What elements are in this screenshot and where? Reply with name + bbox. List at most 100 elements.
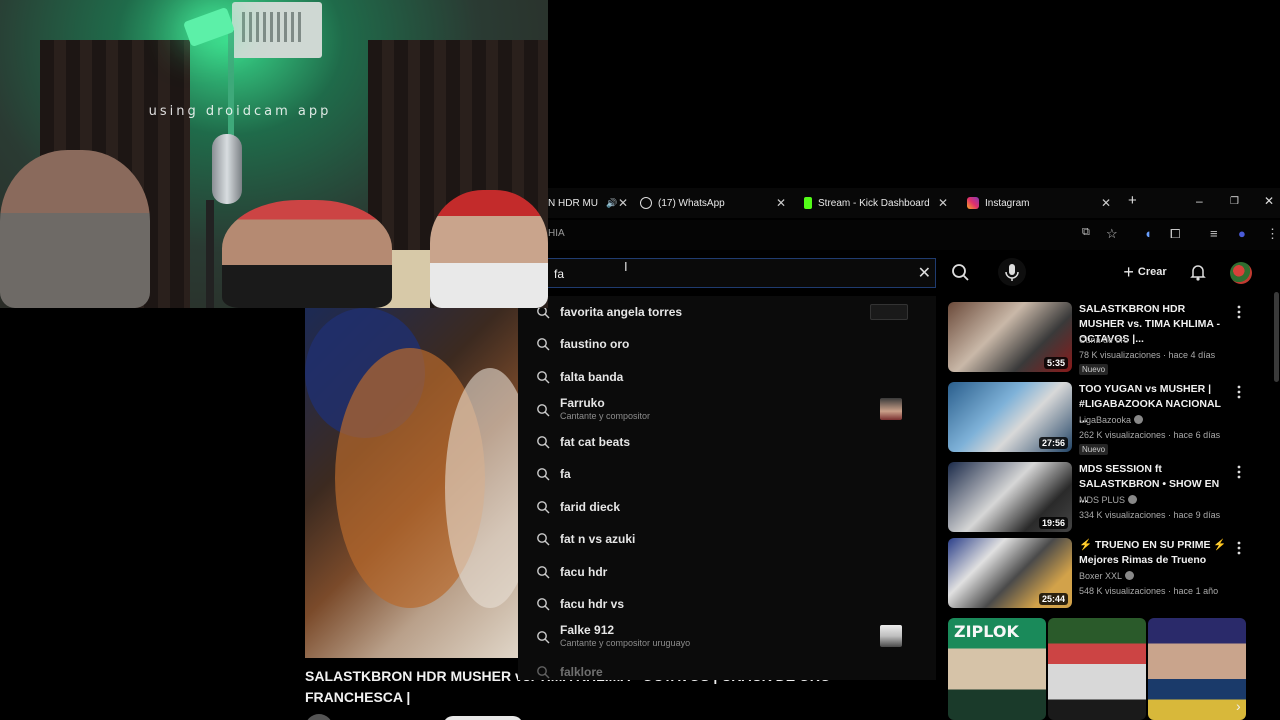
more-options-icon[interactable] [1234,464,1244,480]
mic-stand [206,200,214,308]
search-icon [537,533,550,546]
url-text[interactable]: HIA [548,228,565,239]
voice-search-button[interactable] [998,258,1026,286]
playlist-icon[interactable]: ≡ [1210,226,1218,241]
channel-name[interactable]: MDS PLUS [1079,495,1138,505]
tab-youtube[interactable]: N HDR MU 🔊 ✕ [548,188,634,218]
kick-icon [804,197,812,209]
close-tab-icon[interactable]: ✕ [1101,196,1111,210]
video-player[interactable] [305,308,518,658]
webcam-overlay: using droidcam app [0,0,548,308]
lamp-pole [228,30,234,140]
suggestion-text: falta banda [560,370,624,384]
suggestion-item[interactable]: facu hdr vs [518,588,936,620]
video-meta: 78 K visualizaciones · hace 4 días [1079,350,1216,360]
short-thumbnail [1148,618,1246,720]
close-tab-icon[interactable]: ✕ [938,196,948,210]
microphone-icon [1005,264,1019,281]
suggestion-subtext: Cantante y compositor uruguayo [560,638,691,648]
profile-icon[interactable]: ● [1238,226,1246,241]
channel-name[interactable]: Cuna de oro [1079,335,1129,345]
short-card[interactable] [1148,618,1246,720]
chevron-right-icon[interactable]: › [1236,698,1241,714]
duration-badge: 19:56 [1038,517,1068,529]
suggestion-thumbnail [870,304,908,320]
search-button[interactable] [948,262,974,284]
suggestion-item[interactable]: farid dieck [518,491,936,523]
short-card[interactable]: ZIPLOK [948,618,1046,720]
video-thumbnail[interactable]: 25:44 [948,538,1072,608]
suggestion-text: falklore [560,665,603,679]
suggestion-text: faustino oro [560,337,630,351]
minimize-icon[interactable]: – [1196,194,1203,208]
scrollbar[interactable] [1274,292,1279,382]
subscribe-button[interactable] [443,716,523,720]
channel-strip [305,710,525,720]
channel-name[interactable]: LigaBazooka [1079,415,1144,425]
close-window-icon[interactable]: ✕ [1264,194,1274,208]
more-options-icon[interactable] [1234,304,1244,320]
suggestion-text: fat cat beats [560,435,631,449]
tab-whatsapp[interactable]: (17) WhatsApp ✕ [640,188,792,218]
whatsapp-icon [640,197,652,209]
channel-name[interactable]: Boxer XXL [1079,571,1135,581]
account-avatar[interactable] [1230,262,1252,284]
suggestion-item[interactable]: falklore [518,656,936,680]
notifications-button[interactable] [1188,262,1208,282]
video-thumbnail[interactable]: 19:56 [948,462,1072,532]
restore-icon[interactable]: ❐ [1230,196,1239,207]
search-box[interactable]: ✕ [548,258,936,288]
bell-icon [1190,265,1206,281]
create-button[interactable]: + Crear [1116,260,1174,284]
video-thumbnail[interactable]: 5:35 [948,302,1072,372]
read-aloud-icon[interactable]: ◖ [1144,226,1152,241]
clear-search-icon[interactable]: ✕ [918,263,931,283]
video-thumbnail[interactable]: 27:56 [948,382,1072,452]
channel-name-text: Cuna de oro [1079,335,1129,345]
new-badge: Nuevo [1079,444,1109,455]
suggestion-item[interactable]: fa [518,458,936,490]
more-options-icon[interactable] [1234,384,1244,400]
bookmark-star-icon[interactable]: ☆ [1106,226,1118,242]
extensions-icon[interactable]: ⧠ [1170,226,1180,242]
suggestion-item[interactable]: Farruko Cantante y compositor [518,394,936,426]
install-app-icon[interactable]: ⧉ [1082,226,1090,239]
suggestion-item[interactable]: falta banda [518,361,936,393]
suggestion-item[interactable]: faustino oro [518,328,936,360]
video-meta: 262 K visualizaciones · hace 6 días [1079,430,1221,440]
recommended-video[interactable]: 5:35 SALASTKBRON HDR MUSHER vs. TIMA KHL… [948,302,1268,375]
suggestion-item[interactable]: facu hdr [518,556,936,588]
short-card[interactable] [1048,618,1146,720]
close-tab-icon[interactable]: ✕ [618,196,628,210]
channel-name-text: LigaBazooka [1079,415,1132,425]
recommended-video[interactable]: 27:56 TOO YUGAN vs MUSHER | #LIGABAZOOKA… [948,382,1268,455]
search-input[interactable] [554,263,894,285]
instagram-icon [967,197,979,209]
search-icon [537,501,550,514]
create-label: Crear [1137,266,1167,278]
video-meta: 334 K visualizaciones · hace 9 días [1079,510,1221,520]
speaker-icon[interactable]: 🔊 [606,198,617,209]
suggestion-item[interactable]: Falke 912 Cantante y compositor uruguayo [518,621,936,653]
tab-instagram[interactable]: Instagram ✕ [967,188,1117,218]
droidcam-watermark: using droidcam app [148,104,332,119]
close-tab-icon[interactable]: ✕ [776,196,786,210]
shorts-shelf: ZIPLOK [948,618,1248,720]
suggestion-text: facu hdr vs [560,597,625,611]
duration-badge: 27:56 [1038,437,1068,449]
suggestion-item[interactable]: fat n vs azuki [518,523,936,555]
video-meta: 548 K visualizaciones · hace 1 año [1079,586,1219,596]
recommended-video[interactable]: 19:56 MDS SESSION ft SALASTKBRON • SHOW … [948,462,1268,534]
air-conditioner [232,2,322,58]
search-icon [537,468,550,481]
menu-kebab-icon[interactable]: ⋮ [1266,226,1279,242]
recommended-video[interactable]: 25:44 ⚡ TRUENO EN SU PRIME ⚡ Mejores Rim… [948,538,1268,610]
channel-avatar[interactable] [305,714,333,720]
tab-kick[interactable]: Stream - Kick Dashboard ✕ [804,188,954,218]
suggestion-item[interactable]: favorita angela torres [518,296,936,328]
suggestion-thumbnail [880,625,902,647]
new-tab-icon[interactable]: + [1128,192,1137,209]
more-options-icon[interactable] [1234,540,1244,556]
video-title[interactable]: ⚡ TRUENO EN SU PRIME ⚡ Mejores Rimas de … [1079,538,1229,568]
suggestion-item[interactable]: fat cat beats [518,426,936,458]
